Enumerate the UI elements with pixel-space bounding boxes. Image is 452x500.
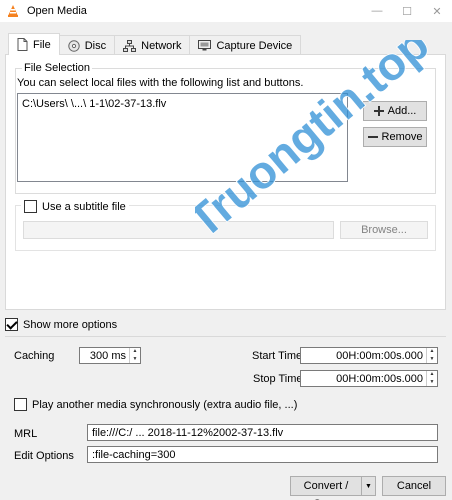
spin-up-icon[interactable]: ▲ bbox=[427, 348, 437, 356]
plus-icon bbox=[373, 106, 384, 116]
subtitle-label[interactable]: Use a subtitle file bbox=[42, 201, 126, 213]
convert-save-button[interactable]: Convert / Save ▼ bbox=[290, 476, 376, 500]
stop-time-value: 00H:00m:00s.000 bbox=[336, 373, 423, 385]
subtitle-path-field bbox=[23, 221, 334, 239]
vlc-logo-icon bbox=[8, 5, 18, 17]
edit-options-field[interactable]: :file-caching=300 bbox=[87, 446, 438, 463]
stop-time-spinbox[interactable]: 00H:00m:00s.000 ▲ ▼ bbox=[300, 370, 438, 387]
file-list[interactable]: C:\Users\ \...\ 1-1\02-37-13.flv bbox=[17, 93, 348, 182]
tab-disc-label: Disc bbox=[84, 39, 107, 52]
stop-time-label: Stop Time bbox=[253, 373, 303, 385]
start-time-label: Start Time bbox=[252, 350, 303, 362]
close-button[interactable]: ✕ bbox=[422, 0, 452, 22]
minimize-button[interactable]: — bbox=[362, 0, 392, 22]
spin-up-icon[interactable]: ▲ bbox=[427, 371, 437, 379]
show-more-options[interactable]: Show more options bbox=[5, 318, 117, 331]
tab-network-label: Network bbox=[141, 39, 182, 52]
file-selection-title: File Selection bbox=[22, 62, 93, 74]
tab-file[interactable]: File bbox=[8, 33, 60, 55]
cancel-button[interactable]: Cancel bbox=[382, 476, 446, 496]
spin-up-icon[interactable]: ▲ bbox=[130, 348, 140, 356]
play-another-checkbox[interactable] bbox=[14, 398, 27, 411]
tab-bar: File Disc Network Capture Device bbox=[8, 33, 302, 55]
mrl-label: MRL bbox=[14, 428, 38, 440]
tab-capture-device-label: Capture Device bbox=[216, 39, 293, 52]
tab-file-label: File bbox=[33, 38, 51, 51]
subtitle-checkbox[interactable] bbox=[24, 200, 37, 213]
file-tab-panel: File Selection You can select local file… bbox=[5, 54, 446, 310]
mrl-field[interactable]: file:///C:/ ... 2018-11-12%2002-37-13.fl… bbox=[87, 424, 438, 441]
start-time-value: 00H:00m:00s.000 bbox=[336, 350, 423, 362]
window-title: Open Media bbox=[27, 5, 87, 17]
minus-icon bbox=[367, 136, 378, 138]
caching-spinbox[interactable]: 300 ms ▲ ▼ bbox=[79, 347, 141, 364]
remove-file-button[interactable]: Remove bbox=[363, 127, 427, 147]
file-selection-hint: You can select local files with the foll… bbox=[17, 77, 304, 89]
caching-label: Caching bbox=[14, 350, 55, 362]
caching-value: 300 ms bbox=[89, 350, 126, 362]
spin-down-icon[interactable]: ▼ bbox=[130, 356, 140, 364]
tab-capture-device[interactable]: Capture Device bbox=[189, 35, 302, 55]
network-icon bbox=[123, 39, 137, 52]
title-bar: Open Media — ☐ ✕ bbox=[0, 0, 452, 22]
tab-disc[interactable]: Disc bbox=[58, 35, 116, 55]
browse-subtitle-button: Browse... bbox=[340, 221, 428, 239]
options-panel: Caching 300 ms ▲ ▼ Start Time 00H:00m:00s… bbox=[5, 336, 446, 467]
convert-save-label[interactable]: Convert / Save bbox=[291, 477, 362, 500]
show-more-label[interactable]: Show more options bbox=[23, 319, 117, 331]
capture-device-icon bbox=[198, 40, 212, 51]
tab-network[interactable]: Network bbox=[114, 35, 191, 55]
add-file-label: Add... bbox=[387, 105, 417, 117]
play-another-label[interactable]: Play another media synchronously (extra … bbox=[32, 399, 297, 411]
start-time-spinbox[interactable]: 00H:00m:00s.000 ▲ ▼ bbox=[300, 347, 438, 364]
remove-file-label: Remove bbox=[381, 131, 423, 143]
file-icon bbox=[17, 38, 28, 51]
edit-options-label: Edit Options bbox=[14, 450, 74, 462]
play-another-option[interactable]: Play another media synchronously (extra … bbox=[14, 398, 297, 411]
spin-down-icon[interactable]: ▼ bbox=[427, 356, 437, 364]
disc-icon bbox=[68, 39, 80, 52]
spin-down-icon[interactable]: ▼ bbox=[427, 379, 437, 387]
list-item[interactable]: C:\Users\ \...\ 1-1\02-37-13.flv bbox=[22, 98, 166, 110]
chevron-down-icon[interactable]: ▼ bbox=[362, 483, 375, 490]
add-file-button[interactable]: Add... bbox=[363, 101, 427, 121]
maximize-button[interactable]: ☐ bbox=[392, 0, 422, 22]
show-more-checkbox[interactable] bbox=[5, 318, 18, 331]
subtitle-header: Use a subtitle file bbox=[21, 200, 129, 213]
